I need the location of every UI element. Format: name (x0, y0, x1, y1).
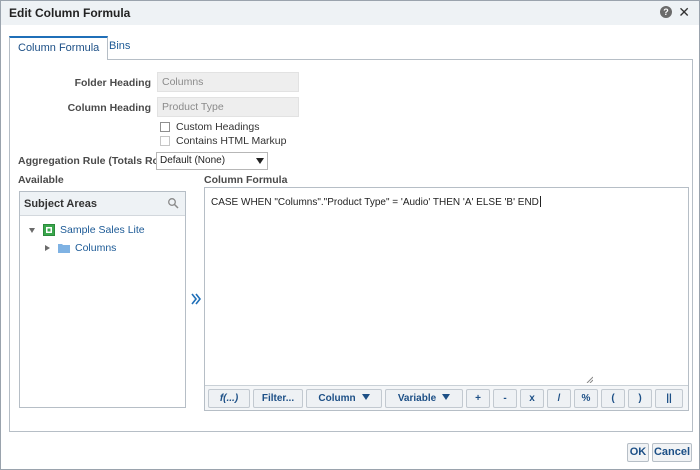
column-button[interactable]: Column (306, 389, 382, 408)
collapse-triangle-icon[interactable] (45, 245, 50, 251)
text-caret (539, 196, 541, 207)
available-section-label: Available (18, 174, 64, 186)
search-icon[interactable] (167, 197, 179, 209)
dialog-title: Edit Column Formula (9, 6, 131, 20)
tree-item-columns[interactable]: Columns (45, 242, 116, 254)
tab-column-formula[interactable]: Column Formula (9, 36, 109, 60)
column-formula-section-label: Column Formula (204, 174, 288, 186)
aggregation-rule-label: Aggregation Rule (Totals Row) (18, 155, 171, 167)
column-button-label: Column (318, 393, 356, 404)
formula-text-content: CASE WHEN "Columns"."Product Type" = 'Au… (211, 197, 539, 208)
subject-areas-header: Subject Areas (20, 192, 185, 216)
close-icon[interactable]: ✕ (678, 4, 690, 20)
function-button[interactable]: f(...) (208, 389, 250, 408)
column-formula-editor[interactable]: CASE WHEN "Columns"."Product Type" = 'Au… (204, 187, 689, 411)
custom-headings-checkbox[interactable] (160, 122, 170, 132)
divide-button[interactable]: / (547, 389, 571, 408)
multiply-button[interactable]: x (520, 389, 544, 408)
expand-triangle-icon[interactable] (29, 227, 35, 233)
custom-headings-label: Custom Headings (176, 121, 260, 133)
custom-headings-row[interactable]: Custom Headings (160, 121, 259, 133)
tab-bar: Column Formula Bins (9, 36, 694, 60)
resize-grip-icon[interactable] (585, 375, 593, 383)
percent-button[interactable]: % (574, 389, 598, 408)
chevron-down-icon (442, 394, 451, 400)
formula-toolbar: f(...) Filter... Column Variable + - x /… (205, 385, 688, 410)
contains-html-row: Contains HTML Markup (160, 135, 286, 147)
chevron-down-icon (361, 394, 370, 400)
folder-icon (58, 244, 70, 253)
cancel-button[interactable]: Cancel (652, 443, 692, 462)
double-chevron-right-icon[interactable] (191, 293, 201, 305)
aggregation-rule-value: Default (None) (160, 155, 226, 166)
subject-area-icon (43, 224, 55, 236)
ok-button[interactable]: OK (627, 443, 649, 462)
folder-heading-field: Columns (157, 72, 299, 92)
open-paren-button[interactable]: ( (601, 389, 625, 408)
subject-areas-panel: Subject Areas Sample Sales Lite Columns (19, 191, 186, 408)
tree-item-label: Columns (75, 242, 117, 254)
close-paren-button[interactable]: ) (628, 389, 652, 408)
dialog-titlebar: Edit Column Formula ? ✕ (1, 1, 699, 25)
subject-areas-title: Subject Areas (24, 198, 97, 210)
tree-item-sample-sales-lite[interactable]: Sample Sales Lite (29, 224, 145, 236)
concat-button[interactable]: || (655, 389, 683, 408)
formula-text[interactable]: CASE WHEN "Columns"."Product Type" = 'Au… (211, 196, 541, 208)
column-formula-panel: Folder Heading Columns Column Heading Pr… (9, 59, 693, 432)
contains-html-label: Contains HTML Markup (176, 135, 287, 147)
tree-item-label: Sample Sales Lite (60, 224, 145, 236)
aggregation-rule-select[interactable]: Default (None) (156, 152, 268, 170)
help-icon[interactable]: ? (660, 6, 672, 18)
contains-html-checkbox (160, 136, 170, 146)
plus-button[interactable]: + (466, 389, 490, 408)
variable-button-label: Variable (397, 393, 437, 404)
folder-heading-label: Folder Heading (74, 77, 151, 89)
column-heading-label: Column Heading (67, 102, 151, 114)
column-heading-field: Product Type (157, 97, 299, 117)
edit-column-formula-dialog: Edit Column Formula ? ✕ Column Formula B… (0, 0, 700, 470)
minus-button[interactable]: - (493, 389, 517, 408)
chevron-down-icon (256, 158, 264, 164)
variable-button[interactable]: Variable (385, 389, 463, 408)
filter-button[interactable]: Filter... (253, 389, 303, 408)
